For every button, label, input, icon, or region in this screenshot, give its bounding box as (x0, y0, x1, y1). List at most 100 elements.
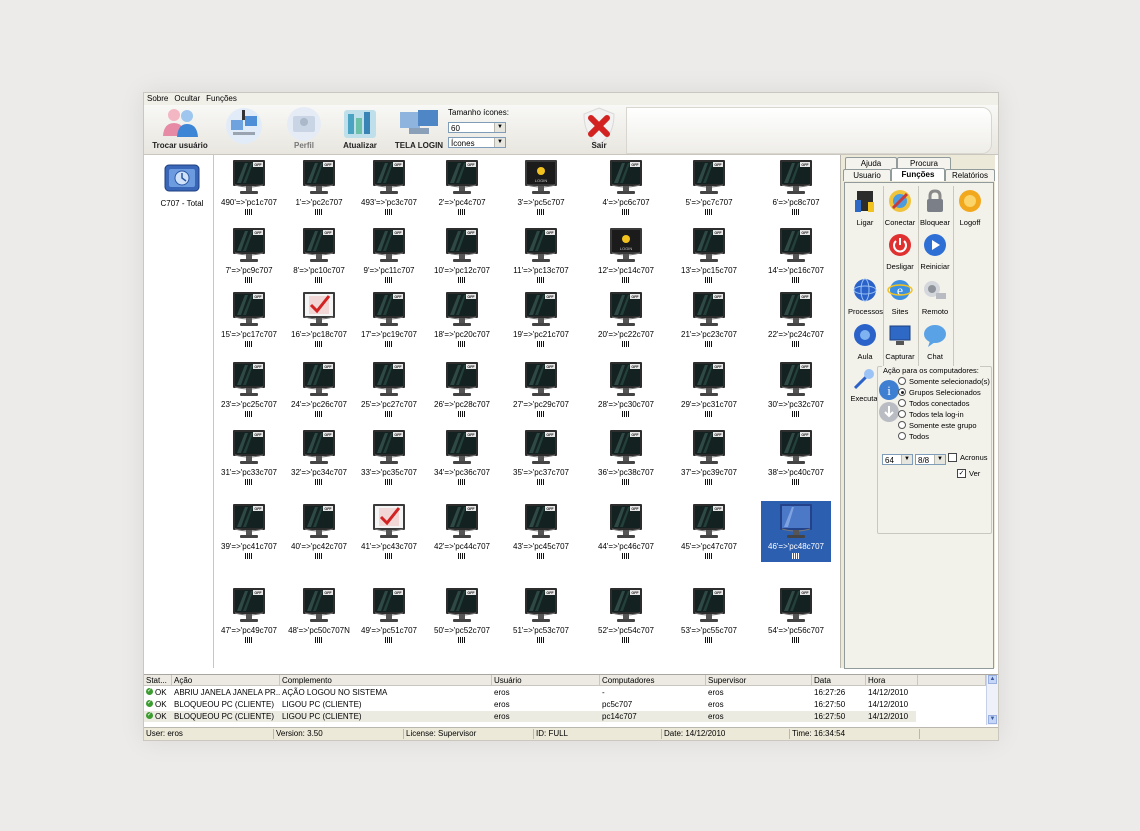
computer-item[interactable]: OFF 29'=>'pc31c707 (674, 359, 744, 417)
menu-funcoes[interactable]: Funções (203, 93, 240, 105)
refresh-button[interactable]: Atualizar (334, 105, 386, 153)
menu-ocultar[interactable]: Ocultar (171, 93, 203, 105)
computer-item[interactable]: OFF 31'=>'pc33c707 (214, 427, 284, 485)
computer-item[interactable]: OFF 8'=>'pc10c707 (284, 225, 354, 283)
computer-item[interactable]: OFF 17'=>'pc19c707 (354, 289, 424, 347)
computer-item[interactable]: OFF 38'=>'pc40c707 (761, 427, 831, 485)
tab-usuario[interactable]: Usuario (843, 169, 891, 181)
log-column-header[interactable]: Computadores (600, 675, 706, 686)
tab-funcoes[interactable]: Funções (891, 168, 945, 181)
view-mode-select[interactable]: Ícones ▼ (448, 137, 506, 148)
computer-item[interactable]: OFF 490'=>'pc1c707 (214, 157, 284, 215)
scroll-up-icon[interactable]: ▲ (988, 675, 997, 684)
computer-item[interactable]: LOGIN 3'=>'pc5c707 (506, 157, 576, 215)
computer-item[interactable]: OFF 35'=>'pc37c707 (506, 427, 576, 485)
aula-button[interactable]: Aula (848, 320, 882, 364)
computer-item[interactable]: OFF 25'=>'pc27c707 (354, 359, 424, 417)
processos-button[interactable]: Processos (848, 275, 883, 319)
computer-item[interactable]: 16'=>'pc18c707 (284, 289, 354, 347)
radio-todos[interactable]: Todos (898, 432, 929, 441)
computer-item[interactable]: OFF 54'=>'pc56c707 (761, 585, 831, 643)
ligar-button[interactable]: Ligar (848, 186, 882, 230)
computer-item[interactable]: OFF 15'=>'pc17c707 (214, 289, 284, 347)
computer-item[interactable]: OFF 32'=>'pc34c707 (284, 427, 354, 485)
execute-button[interactable]: Executa (848, 366, 880, 410)
computer-item[interactable]: OFF 48'=>'pc50c707N (284, 585, 354, 643)
computer-item[interactable]: OFF 18'=>'pc20c707 (427, 289, 497, 347)
computer-item[interactable]: OFF 30'=>'pc32c707 (761, 359, 831, 417)
log-column-header[interactable]: Stat... (144, 675, 172, 686)
acronus-checkbox[interactable]: Acronus (948, 452, 988, 463)
computer-item[interactable]: OFF 40'=>'pc42c707 (284, 501, 354, 559)
computer-item[interactable]: OFF 14'=>'pc16c707 (761, 225, 831, 283)
computer-item[interactable]: OFF 37'=>'pc39c707 (674, 427, 744, 485)
radio-somente-este-grupo[interactable]: Somente este grupo (898, 421, 977, 430)
ratio-select[interactable]: 8/8 ▼ (915, 454, 946, 465)
computer-item[interactable]: OFF 47'=>'pc49c707 (214, 585, 284, 643)
reiniciar-button[interactable]: Reiniciar (918, 230, 952, 274)
network-button[interactable] (216, 105, 272, 153)
computer-item[interactable]: OFF 43'=>'pc45c707 (506, 501, 576, 559)
log-column-header[interactable]: Complemento (280, 675, 492, 686)
computer-item[interactable]: OFF 51'=>'pc53c707 (506, 585, 576, 643)
computer-item[interactable]: OFF 53'=>'pc55c707 (674, 585, 744, 643)
computer-item[interactable]: OFF 21'=>'pc23c707 (674, 289, 744, 347)
desligar-button[interactable]: Desligar (883, 230, 917, 274)
computer-item[interactable]: OFF 39'=>'pc41c707 (214, 501, 284, 559)
computer-item[interactable]: OFF 27'=>'pc29c707 (506, 359, 576, 417)
computer-item[interactable]: OFF 50'=>'pc52c707 (427, 585, 497, 643)
computer-item[interactable]: OFF 5'=>'pc7c707 (674, 157, 744, 215)
computer-item[interactable]: OFF 23'=>'pc25c707 (214, 359, 284, 417)
radio-todos-conectados[interactable]: Todos conectados (898, 399, 969, 408)
computer-item[interactable]: OFF 11'=>'pc13c707 (506, 225, 576, 283)
computer-item[interactable]: OFF 6'=>'pc8c707 (761, 157, 831, 215)
computer-item[interactable]: OFF 493'=>'pc3c707 (354, 157, 424, 215)
tab-ajuda[interactable]: Ajuda (845, 157, 897, 169)
computer-item[interactable]: OFF 45'=>'pc47c707 (674, 501, 744, 559)
tab-relatorios[interactable]: Relatórios (945, 169, 995, 181)
computer-item[interactable]: 46'=>'pc48c707 (761, 501, 831, 562)
computer-item[interactable]: OFF 42'=>'pc44c707 (427, 501, 497, 559)
computer-item[interactable]: OFF 49'=>'pc51c707 (354, 585, 424, 643)
logoff-button[interactable]: Logoff (953, 186, 987, 230)
computer-item[interactable]: 41'=>'pc43c707 (354, 501, 424, 559)
radio-somente-selecionados[interactable]: Somente selecionado(s) (898, 377, 990, 386)
computer-item[interactable]: LOGIN 12'=>'pc14c707 (591, 225, 661, 283)
log-column-header[interactable]: Data (812, 675, 866, 686)
sites-button[interactable]: e Sites (883, 275, 917, 319)
capturar-button[interactable]: Capturar (883, 320, 917, 364)
radio-grupos-selecionados[interactable]: Grupos Selecionados (898, 388, 981, 397)
log-scrollbar[interactable]: ▲ ▼ (986, 675, 998, 725)
computer-item[interactable]: OFF 9'=>'pc11c707 (354, 225, 424, 283)
computer-item[interactable]: OFF 22'=>'pc24c707 (761, 289, 831, 347)
computer-item[interactable]: OFF 26'=>'pc28c707 (427, 359, 497, 417)
color-depth-select[interactable]: 64 ▼ (882, 454, 913, 465)
conectar-button[interactable]: Conectar (883, 186, 917, 230)
login-screen-button[interactable]: TELA LOGIN (392, 105, 446, 153)
computer-item[interactable]: OFF 36'=>'pc38c707 (591, 427, 661, 485)
log-column-header[interactable]: Hora (866, 675, 918, 686)
computer-item[interactable]: OFF 44'=>'pc46c707 (591, 501, 661, 559)
exit-button[interactable]: Sair (574, 105, 624, 153)
computer-item[interactable]: OFF 10'=>'pc12c707 (427, 225, 497, 283)
log-column-header[interactable]: Ação (172, 675, 280, 686)
group-item[interactable]: C707 - Total (152, 163, 212, 208)
log-column-header[interactable]: Usuário (492, 675, 600, 686)
ver-checkbox[interactable]: ✓ Ver (957, 468, 980, 479)
computer-item[interactable]: OFF 20'=>'pc22c707 (591, 289, 661, 347)
radio-todos-tela-login[interactable]: Todos tela log-in (898, 410, 964, 419)
icon-size-select[interactable]: 60 ▼ (448, 122, 506, 133)
menu-sobre[interactable]: Sobre (144, 93, 171, 105)
computer-item[interactable]: OFF 33'=>'pc35c707 (354, 427, 424, 485)
computer-item[interactable]: OFF 19'=>'pc21c707 (506, 289, 576, 347)
profile-button[interactable]: Perfil (276, 105, 332, 153)
scroll-down-icon[interactable]: ▼ (988, 715, 997, 724)
remoto-button[interactable]: Remoto (918, 275, 952, 319)
computer-item[interactable]: OFF 4'=>'pc6c707 (591, 157, 661, 215)
computer-item[interactable]: OFF 1'=>'pc2c707 (284, 157, 354, 215)
log-column-header[interactable]: Supervisor (706, 675, 812, 686)
computer-item[interactable]: OFF 7'=>'pc9c707 (214, 225, 284, 283)
computer-item[interactable]: OFF 13'=>'pc15c707 (674, 225, 744, 283)
chat-button[interactable]: Chat (918, 320, 952, 364)
computer-item[interactable]: OFF 24'=>'pc26c707 (284, 359, 354, 417)
